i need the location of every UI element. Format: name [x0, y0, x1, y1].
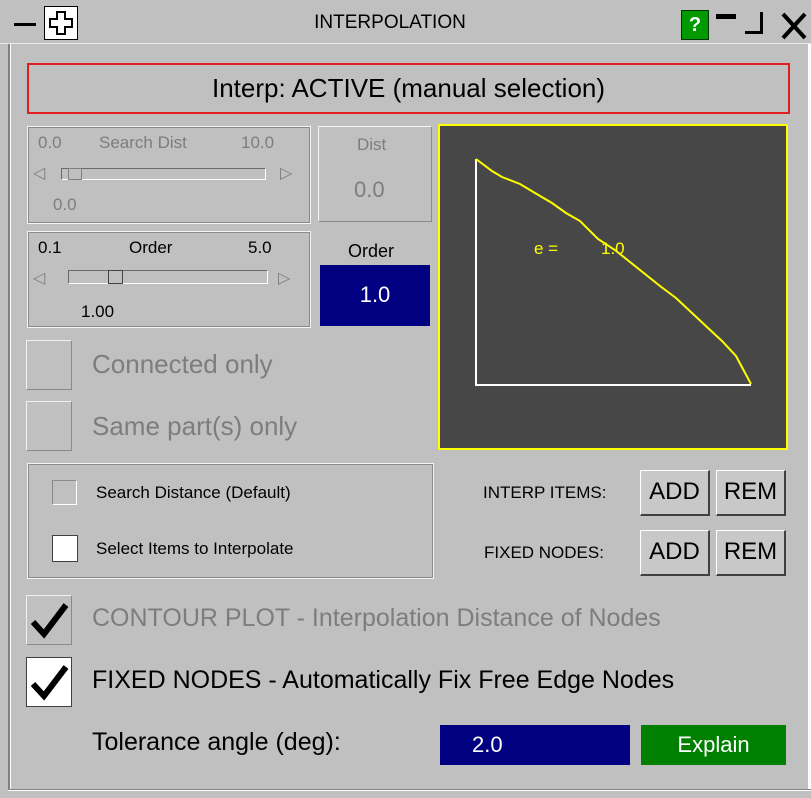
graph-exponent-value: 1.0 — [601, 239, 625, 258]
tolerance-angle-input[interactable]: 2.0 — [440, 725, 630, 765]
slider-left-arrow-icon[interactable]: ◁ — [33, 268, 45, 288]
slider-right-arrow-icon[interactable]: ▷ — [278, 268, 290, 288]
minimize-icon[interactable] — [713, 10, 739, 40]
contour-plot-checkbox[interactable] — [26, 595, 72, 645]
search-dist-min-label: 0.0 — [38, 133, 62, 152]
checkmark-icon — [30, 665, 69, 701]
fixed-nodes-add-button[interactable]: ADD — [640, 530, 710, 576]
interp-items-rem-button[interactable]: REM — [716, 470, 786, 516]
order-title: Order — [129, 238, 173, 257]
fixed-nodes-auto-label: FIXED NODES - Automatically Fix Free Edg… — [92, 666, 675, 694]
order-value-label: 1.00 — [81, 302, 115, 321]
dist-title: Dist — [357, 135, 387, 154]
select-items-radio[interactable] — [52, 535, 78, 562]
interp-items-add-button[interactable]: ADD — [640, 470, 710, 516]
menu-dash-icon[interactable] — [10, 10, 40, 40]
fixed-nodes-label: FIXED NODES: — [484, 543, 604, 562]
search-dist-slider-thumb[interactable] — [68, 168, 82, 180]
interp-status: Interp: ACTIVE (manual selection) — [27, 63, 790, 114]
search-distance-label: Search Distance (Default) — [96, 483, 291, 502]
search-dist-value-label: 0.0 — [53, 195, 77, 214]
search-dist-slider-track[interactable] — [61, 168, 266, 180]
slider-right-arrow-icon[interactable]: ▷ — [280, 163, 292, 183]
interp-mode-group: Search Distance (Default) Select Items t… — [27, 463, 434, 579]
checkmark-icon — [30, 603, 69, 639]
same-parts-toggle[interactable] — [26, 401, 72, 451]
order-slider-thumb[interactable] — [108, 270, 123, 284]
title-bar: INTERPOLATION ? — [0, 0, 811, 44]
interp-items-label: INTERP ITEMS: — [483, 483, 607, 502]
slider-left-arrow-icon[interactable]: ◁ — [33, 163, 45, 183]
search-distance-radio[interactable] — [52, 480, 77, 505]
select-items-label: Select Items to Interpolate — [96, 539, 294, 558]
interpolation-graph: e = 1.0 — [438, 124, 788, 450]
search-dist-max-label: 10.0 — [241, 133, 275, 152]
maximize-icon[interactable] — [742, 8, 768, 40]
explain-button[interactable]: Explain — [641, 725, 786, 765]
order-value-box: Order 1.0 — [318, 231, 432, 327]
dist-value-box: Dist 0.0 — [318, 126, 432, 222]
window-frame-highlight — [10, 44, 11, 790]
move-cross-icon[interactable] — [44, 6, 78, 40]
window-frame-bottom-highlight — [8, 790, 811, 791]
dist-value: 0.0 — [354, 177, 385, 202]
graph-exponent-prefix: e = — [534, 239, 559, 258]
contour-plot-label: CONTOUR PLOT - Interpolation Distance of… — [92, 604, 661, 632]
order-slider-group: 0.1 Order 5.0 ◁ ▷ 1.00 — [27, 231, 311, 328]
order-min-label: 0.1 — [38, 238, 62, 257]
search-dist-slider-group: 0.0 Search Dist 10.0 ◁ ▷ 0.0 — [27, 126, 311, 224]
order-max-label: 5.0 — [248, 238, 272, 257]
order-box-title: Order — [348, 241, 395, 261]
connected-only-toggle[interactable] — [26, 340, 72, 390]
help-button[interactable]: ? — [681, 10, 709, 40]
order-input[interactable]: 1.0 — [320, 265, 430, 326]
order-slider-track[interactable] — [68, 270, 268, 284]
fixed-nodes-rem-button[interactable]: REM — [716, 530, 786, 576]
same-parts-label: Same part(s) only — [92, 411, 298, 441]
connected-only-label: Connected only — [92, 349, 273, 379]
fixed-nodes-checkbox[interactable] — [26, 657, 72, 707]
search-dist-title: Search Dist — [99, 133, 187, 152]
tolerance-angle-label: Tolerance angle (deg): — [92, 728, 341, 756]
close-icon[interactable] — [778, 10, 810, 42]
window-title: INTERPOLATION — [314, 12, 466, 33]
